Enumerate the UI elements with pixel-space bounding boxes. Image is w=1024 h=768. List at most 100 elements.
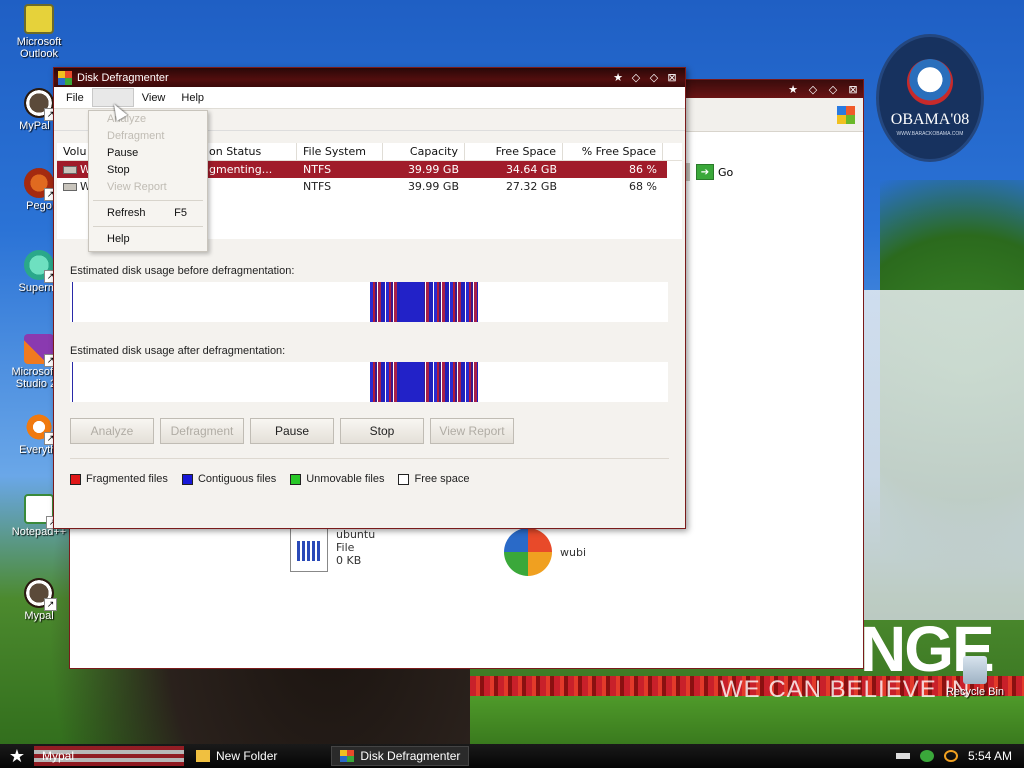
go-button[interactable]: ➔ Go (696, 164, 733, 180)
outlook-icon (24, 4, 54, 34)
file-name: wubi (560, 545, 587, 559)
obama-logo: OBAMA'08 WWW.BARACKOBAMA.COM (876, 34, 984, 162)
menu-item-pause[interactable]: Pause (89, 145, 207, 162)
menubar: File View Help (54, 87, 685, 109)
fragment-band (370, 362, 478, 402)
taskbar-button-new-folder[interactable]: New Folder (188, 746, 285, 766)
col-file-system[interactable]: File System (297, 143, 383, 160)
legend: Fragmented files Contiguous files Unmova… (70, 473, 470, 485)
desktop-icon-outlook[interactable]: Microsoft Outlook (2, 4, 76, 60)
go-label: Go (718, 165, 734, 179)
divider (70, 458, 669, 459)
legend-label: Contiguous files (197, 473, 277, 485)
cell-status: gmenting... (209, 163, 273, 176)
swatch-free (398, 473, 410, 485)
legend-label: Free space (414, 473, 470, 485)
clock[interactable]: 5:54 AM (968, 749, 1012, 763)
legend-contiguous: Contiguous files (181, 473, 277, 485)
defragment-button[interactable]: Defragment (160, 418, 244, 444)
view-report-button[interactable]: View Report (430, 418, 514, 444)
cell-pct: 86 % (629, 163, 657, 176)
menu-item-refresh[interactable]: Refresh F5 (89, 205, 207, 222)
legend-label: Fragmented files (86, 473, 168, 485)
file-item-wubi[interactable]: wubi (504, 528, 586, 576)
window-title: Disk Defragmenter (77, 71, 169, 84)
taskbar: ★ Mypal New Folder Disk Defragmenter 5:5… (0, 744, 1024, 768)
analyze-button[interactable]: Analyze (70, 418, 154, 444)
desktop-icon-label: Microsoft Outlook (16, 36, 62, 60)
cell-free: 27.32 GB (505, 180, 557, 193)
menu-item-refresh-label: Refresh (107, 207, 146, 219)
maximize-icon[interactable]: ◇ (827, 83, 839, 96)
obama-logo-subtext: WWW.BARACKOBAMA.COM (896, 131, 964, 137)
before-usage-label: Estimated disk usage before defragmentat… (70, 265, 295, 277)
task-label: New Folder (216, 749, 278, 763)
address-bar-end[interactable]: ➔ Go (682, 162, 872, 182)
fragment-band (370, 282, 478, 322)
drive-icon (63, 183, 77, 191)
file-item-ubuntu[interactable]: ubuntu File 0 KB (290, 528, 375, 572)
desktop-icon-label: Mypal (24, 610, 54, 622)
keyboard-icon[interactable] (895, 753, 910, 759)
task-label: Disk Defragmenter (360, 749, 461, 763)
after-usage-bar (70, 362, 668, 402)
taskbar-button-mypal[interactable]: Mypal (34, 746, 184, 766)
cell-capacity: 39.99 GB (407, 163, 459, 176)
pin-icon[interactable]: ★ (787, 83, 799, 96)
desktop-icon-label: Recycle Bin (945, 686, 1005, 698)
menu-item-refresh-shortcut: F5 (174, 207, 187, 219)
pego-icon (24, 168, 57, 201)
col-session-status[interactable]: on Status (203, 143, 297, 160)
obama-logo-text: OBAMA'08 (890, 111, 970, 128)
menu-item-defragment[interactable]: Defragment (89, 128, 207, 145)
windows-flag-icon (837, 106, 855, 124)
folder-icon (196, 750, 211, 762)
col-free-space[interactable]: Free Space (465, 143, 563, 160)
pin-icon[interactable]: ★ (609, 71, 627, 84)
minimize-icon[interactable]: ◇ (807, 83, 819, 96)
menu-item-view-report[interactable]: View Report (89, 179, 207, 196)
action-dropdown-menu[interactable]: Analyze Defragment Pause Stop View Repor… (88, 110, 208, 252)
menu-help[interactable]: Help (173, 89, 212, 107)
close-icon[interactable]: ⊠ (663, 71, 681, 84)
wallpaper-white-house (860, 290, 1024, 620)
desktop-icon-mypal[interactable]: Mypal (2, 578, 76, 622)
menu-separator (93, 200, 203, 201)
after-usage-label: Estimated disk usage after defragmentati… (70, 345, 286, 357)
minimize-icon[interactable]: ◇ (627, 71, 645, 84)
defragmenter-titlebar[interactable]: Disk Defragmenter ★ ◇ ◇ ⊠ (54, 68, 685, 87)
recycle-bin-icon (963, 656, 987, 684)
cell-pct: 68 % (629, 180, 657, 193)
swatch-contiguous (181, 473, 193, 485)
go-arrow-icon: ➔ (696, 164, 714, 180)
menu-item-help[interactable]: Help (89, 231, 207, 248)
start-button[interactable]: ★ (0, 746, 34, 767)
defrag-app-icon (340, 750, 355, 762)
menu-item-stop[interactable]: Stop (89, 162, 207, 179)
drive-icon (63, 166, 77, 174)
cell-capacity: 39.99 GB (407, 180, 459, 193)
supermium-icon (24, 250, 57, 283)
system-tray: 5:54 AM (895, 749, 1024, 763)
search-icon[interactable] (943, 750, 958, 762)
menu-view[interactable]: View (134, 89, 174, 107)
legend-label: Unmovable files (306, 473, 385, 485)
col-pct-free-space[interactable]: % Free Space (563, 143, 663, 160)
obama-emblem-icon (907, 59, 953, 105)
stop-button[interactable]: Stop (340, 418, 424, 444)
file-name: ubuntu (336, 528, 376, 541)
everything-icon (24, 412, 57, 445)
menu-item-analyze[interactable]: Analyze (89, 111, 207, 128)
menu-file[interactable]: File (58, 89, 92, 107)
mypal-icon (24, 88, 57, 121)
visual-studio-icon (24, 334, 57, 367)
maximize-icon[interactable]: ◇ (645, 71, 663, 84)
taskbar-button-disk-defragmenter[interactable]: Disk Defragmenter (331, 746, 470, 766)
pause-button[interactable]: Pause (250, 418, 334, 444)
menu-separator (93, 226, 203, 227)
network-icon[interactable] (919, 750, 934, 762)
close-icon[interactable]: ⊠ (847, 83, 859, 96)
notepadpp-icon (24, 494, 59, 529)
col-capacity[interactable]: Capacity (383, 143, 465, 160)
desktop-icon-recycle-bin[interactable]: Recycle Bin (938, 656, 1012, 698)
